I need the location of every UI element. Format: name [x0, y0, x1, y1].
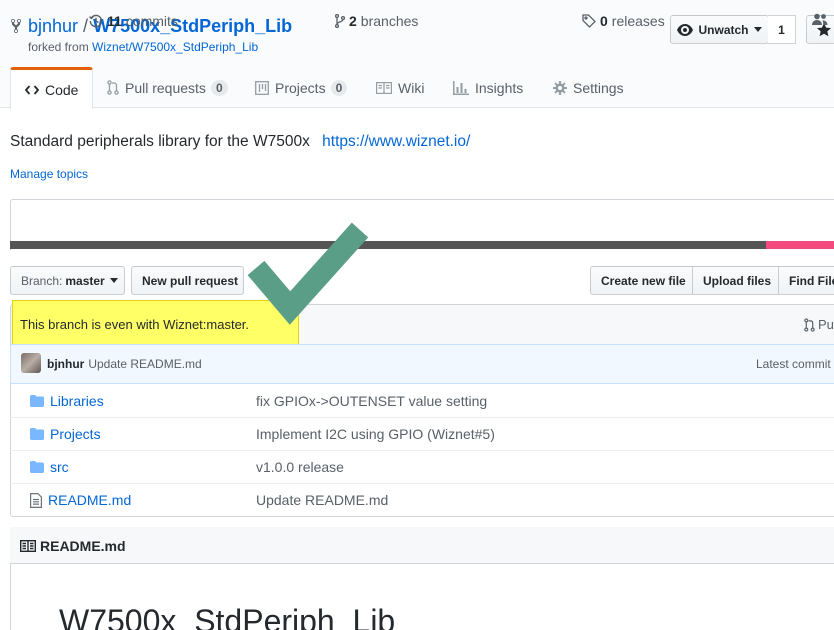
caret-down-icon	[109, 278, 118, 283]
pull-request-icon	[804, 317, 815, 332]
folder-icon	[30, 428, 44, 440]
file-name: Libraries	[50, 393, 104, 409]
avatar[interactable]	[21, 353, 41, 373]
tab-insights[interactable]: Insights	[453, 67, 523, 108]
pull-request-icon	[107, 80, 119, 95]
eye-icon	[677, 23, 694, 36]
releases-summary[interactable]: 0 releases	[582, 13, 665, 29]
readme-title: README.md	[20, 538, 126, 554]
upload-files-button[interactable]: Upload files	[692, 266, 779, 295]
commits-count: 11	[107, 13, 122, 29]
latest-commit-label: Latest commit	[756, 357, 831, 371]
table-row: Libraries fix GPIOx->OUTENSET value sett…	[10, 384, 834, 417]
repo-website-link[interactable]: https://www.wiznet.io/	[322, 133, 470, 150]
project-icon	[255, 80, 269, 95]
tab-wiki-label: Wiki	[398, 79, 425, 96]
tab-projects[interactable]: Projects 0	[255, 67, 348, 108]
tab-wiki[interactable]: Wiki	[376, 67, 424, 108]
commit-tease-text: bjnhur Update README.md	[47, 357, 202, 371]
unwatch-label: Unwatch	[698, 22, 749, 37]
tab-pull-requests[interactable]: Pull requests 0	[107, 67, 228, 108]
file-link[interactable]: README.md	[30, 492, 131, 508]
branch-select-button[interactable]: Branch: master	[10, 266, 125, 295]
branches-summary[interactable]: 2 branches	[335, 13, 418, 29]
tab-settings-label: Settings	[573, 79, 624, 96]
branches-label: branches	[360, 13, 419, 29]
book-icon	[376, 81, 392, 94]
file-commit-message[interactable]: fix GPIOx->OUTENSET value setting	[256, 393, 487, 409]
file-link[interactable]: Projects	[30, 426, 101, 442]
checkmark-icon	[247, 222, 369, 325]
language-bar	[10, 241, 834, 249]
releases-count: 0	[600, 13, 608, 29]
releases-label: releases	[611, 13, 665, 29]
find-file-button[interactable]: Find File	[778, 266, 834, 295]
table-row: Projects Implement I2C using GPIO (Wizne…	[10, 417, 834, 450]
repo-title-separator: /	[83, 16, 89, 36]
tab-projects-label: Projects	[275, 79, 326, 96]
tab-code[interactable]: Code	[10, 67, 94, 109]
file-icon	[30, 492, 42, 508]
git-branch-icon	[335, 14, 345, 28]
tab-pull-requests-label: Pull requests	[125, 79, 206, 96]
caret-down-icon	[753, 27, 762, 32]
pull-request-link[interactable]: Pu	[804, 317, 834, 332]
new-pull-request-button[interactable]: New pull request	[131, 266, 244, 295]
file-commit-message[interactable]: Update README.md	[256, 492, 388, 508]
repo-description-text: Standard peripherals library for the W75…	[10, 133, 310, 150]
repo-owner-link[interactable]: bjnhur	[28, 16, 78, 36]
readme-heading: W7500x_StdPeriph_Lib	[59, 603, 396, 630]
create-new-file-button[interactable]: Create new file	[590, 266, 693, 295]
file-name: src	[50, 459, 69, 475]
file-link[interactable]: Libraries	[30, 393, 104, 409]
pull-requests-counter: 0	[210, 79, 228, 96]
file-commit-message[interactable]: v1.0.0 release	[256, 459, 344, 475]
commit-author[interactable]: bjnhur	[47, 357, 84, 371]
tab-insights-label: Insights	[475, 79, 524, 96]
commits-summary[interactable]: 11 commits	[89, 13, 178, 29]
tab-settings[interactable]: Settings	[553, 67, 624, 108]
readme-header	[10, 527, 834, 564]
folder-icon	[30, 461, 44, 473]
language-bar-secondary	[766, 241, 834, 249]
table-row: README.md Update README.md	[10, 483, 834, 516]
history-icon	[89, 14, 103, 28]
branches-count: 2	[349, 13, 357, 29]
graph-icon	[453, 80, 469, 95]
tab-code-label: Code	[45, 81, 79, 98]
people-icon	[812, 13, 828, 26]
pull-request-link-label: Pu	[818, 317, 834, 332]
commit-message[interactable]: Update README.md	[88, 357, 201, 371]
branch-label: Branch:	[21, 273, 63, 288]
code-icon	[25, 84, 39, 96]
file-commit-message[interactable]: Implement I2C using GPIO (Wiznet#5)	[256, 426, 495, 442]
readme-title-label: README.md	[40, 538, 126, 554]
repo-description: Standard peripherals library for the W75…	[10, 133, 470, 151]
folder-icon	[30, 395, 44, 407]
contributors-summary[interactable]	[812, 13, 832, 26]
table-row: src v1.0.0 release	[10, 450, 834, 483]
gear-icon	[553, 80, 567, 95]
forked-from-link[interactable]: Wiznet/W7500x_StdPeriph_Lib	[92, 40, 258, 54]
tag-icon	[582, 14, 596, 28]
file-name: README.md	[48, 492, 132, 508]
repo-forked-icon	[11, 18, 22, 34]
book-icon	[20, 540, 36, 552]
forked-from-label: forked from	[28, 40, 89, 54]
projects-counter: 0	[330, 79, 348, 96]
file-name: Projects	[50, 426, 101, 442]
forked-from-text: forked from Wiznet/W7500x_StdPeriph_Lib	[28, 40, 258, 54]
commits-label: commits	[125, 13, 178, 29]
watchers-count[interactable]: 1	[768, 15, 796, 44]
manage-topics-link[interactable]: Manage topics	[10, 167, 88, 181]
branch-value: master	[65, 273, 105, 288]
file-link[interactable]: src	[30, 459, 69, 475]
unwatch-button[interactable]: Unwatch	[670, 15, 769, 44]
